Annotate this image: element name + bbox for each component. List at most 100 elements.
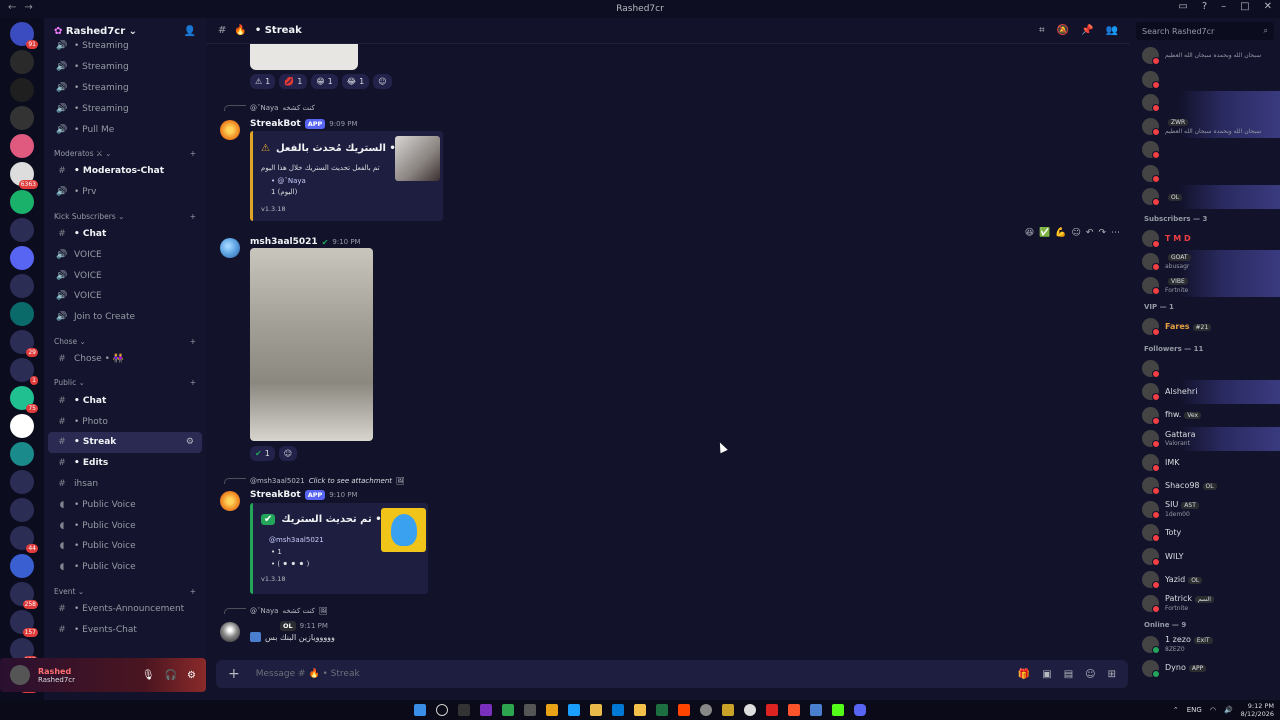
task-view-icon[interactable] [458, 704, 470, 716]
server-icon[interactable] [10, 134, 34, 158]
member-item[interactable]: Dyno APP [1136, 657, 1280, 681]
server-icon[interactable] [10, 554, 34, 578]
more-icon[interactable]: ⋯ [1111, 228, 1120, 238]
threads-icon[interactable]: ⌗ [1039, 25, 1045, 36]
reaction-emoji-icon[interactable]: 😆 [1025, 228, 1034, 238]
server-icon[interactable]: 91 [10, 22, 38, 49]
member-item[interactable]: T M D [1136, 227, 1280, 251]
check-emoji-icon[interactable]: ✅ [1039, 228, 1050, 238]
brave-icon[interactable] [788, 704, 800, 716]
sticker-icon[interactable]: ▤ [1064, 669, 1073, 680]
server-icon[interactable] [10, 218, 34, 242]
reaction[interactable]: 💋 1 [279, 74, 308, 89]
reaction-check[interactable]: ✔ 1 [250, 446, 275, 461]
member-item[interactable]: WILY [1136, 545, 1280, 569]
server-icon[interactable]: 1 [10, 358, 38, 385]
reply-preview[interactable]: @ˇNaya كنت كشخه [224, 104, 315, 112]
channel-item[interactable]: ◖ • Public Voice [48, 536, 202, 557]
add-channel-icon[interactable]: + [190, 212, 196, 221]
channel-item[interactable]: 🔊 • Streaming [48, 98, 202, 119]
channel-item[interactable]: 🔊 Join to Create [48, 307, 202, 328]
embed-user-mention[interactable]: @msh3aal5021 [269, 536, 324, 544]
channel-category[interactable]: Moderatos ⚔ ⌄ + [48, 140, 202, 161]
close-button[interactable]: ✕ [1264, 1, 1272, 12]
add-channel-icon[interactable]: + [190, 149, 196, 158]
app-icon[interactable] [656, 704, 668, 716]
tray-chevron-icon[interactable]: ⌃ [1173, 706, 1179, 714]
app-icon[interactable] [700, 704, 712, 716]
add-channel-icon[interactable]: + [190, 378, 196, 387]
member-item[interactable]: GOAT abusagr [1136, 250, 1280, 274]
add-member-icon[interactable]: 👤 [184, 26, 196, 37]
server-icon[interactable]: 157 [10, 610, 38, 637]
channel-category[interactable]: Kick Subscribers ⌄ + [48, 203, 202, 224]
emoji-icon[interactable]: ☺ [1085, 669, 1095, 680]
channel-item[interactable]: # Chose • 👭 [48, 349, 202, 370]
app-icon[interactable] [590, 704, 602, 716]
channel-item[interactable]: # • Chat [48, 390, 202, 411]
server-icon[interactable] [10, 190, 34, 214]
back-arrow-icon[interactable]: ← [8, 2, 16, 13]
member-item[interactable] [1136, 138, 1280, 162]
add-reaction-button[interactable]: ☺ [373, 74, 392, 89]
avatar[interactable] [10, 665, 30, 685]
gif-icon[interactable]: ▣ [1042, 669, 1051, 680]
server-icon[interactable] [10, 302, 34, 326]
app-icon[interactable] [722, 704, 734, 716]
language-indicator[interactable]: ENG [1187, 706, 1202, 714]
channel-item[interactable]: # • Events-Chat [48, 619, 202, 640]
search-icon[interactable] [436, 704, 448, 716]
embed-thumbnail[interactable] [381, 508, 426, 552]
server-icon[interactable] [10, 442, 34, 466]
server-icon[interactable] [10, 50, 34, 74]
member-item[interactable]: Alshehri [1136, 380, 1280, 404]
member-list-icon[interactable]: 👥 [1106, 25, 1118, 36]
kick-icon[interactable] [832, 704, 844, 716]
server-icon[interactable] [10, 106, 34, 130]
member-item[interactable]: Yazid OL [1136, 568, 1280, 592]
channel-item[interactable]: # • Moderatos-Chat [48, 161, 202, 182]
member-item[interactable]: سبحان الله وبحمده سبحان الله العظيم [1136, 44, 1280, 68]
member-item[interactable] [1136, 91, 1280, 115]
channel-item[interactable]: # • Edits [48, 453, 202, 474]
avatar[interactable] [220, 622, 240, 642]
member-item[interactable]: OL [1136, 185, 1280, 209]
member-item[interactable]: Patrick السم Fortnite [1136, 592, 1280, 616]
headphones-icon[interactable]: 🎧 [165, 670, 177, 681]
avatar[interactable] [220, 238, 240, 258]
add-channel-icon[interactable]: + [190, 587, 196, 596]
steam-icon[interactable] [568, 704, 580, 716]
avatar[interactable] [220, 491, 240, 511]
member-item[interactable]: VIBE Fortnite [1136, 273, 1280, 297]
channel-item[interactable]: # ihsan [48, 474, 202, 495]
app-icon[interactable] [480, 704, 492, 716]
member-item[interactable]: ZWR سبحان الله وبحمده سبحان الله العظيم [1136, 114, 1280, 138]
server-icon[interactable]: 6363 [10, 162, 38, 189]
server-icon[interactable]: 44 [10, 526, 38, 553]
xbox-icon[interactable] [502, 704, 514, 716]
forward-icon[interactable]: ↷ [1098, 228, 1106, 238]
reaction[interactable]: ⚠ 1 [250, 74, 276, 89]
member-item[interactable]: Toty [1136, 521, 1280, 545]
channel-item[interactable]: 🔊 • Streaming [48, 57, 202, 78]
search-input[interactable]: Search Rashed7cr ⌕ [1136, 22, 1274, 40]
server-icon[interactable]: 258 [10, 582, 38, 609]
member-item[interactable] [1136, 357, 1280, 381]
help-icon[interactable]: ? [1202, 1, 1207, 12]
wifi-icon[interactable]: ◠ [1210, 706, 1216, 714]
author-name[interactable]: StreakBot [250, 119, 301, 129]
server-icon[interactable]: 75 [10, 386, 38, 413]
channel-item[interactable]: # • Events-Announcement [48, 599, 202, 620]
member-item[interactable]: IMK [1136, 451, 1280, 475]
server-icon[interactable] [10, 246, 34, 270]
reply-preview[interactable]: @ˇNaya كنت كشخه 🖼 [224, 607, 328, 615]
channel-item[interactable]: 🔊 VOICE [48, 265, 202, 286]
add-reaction-icon[interactable]: ☺ [1072, 228, 1081, 238]
channel-item[interactable]: 🔊 • Streaming [48, 36, 202, 57]
member-item[interactable]: Shaco98 OL [1136, 474, 1280, 498]
volume-icon[interactable]: 🔊 [1224, 706, 1233, 714]
author-name[interactable]: StreakBot [250, 490, 301, 500]
microphone-icon[interactable]: 🎙 [142, 670, 155, 681]
channel-item[interactable]: ◖ • Public Voice [48, 515, 202, 536]
notifications-icon[interactable]: 🔕 [1057, 25, 1069, 36]
